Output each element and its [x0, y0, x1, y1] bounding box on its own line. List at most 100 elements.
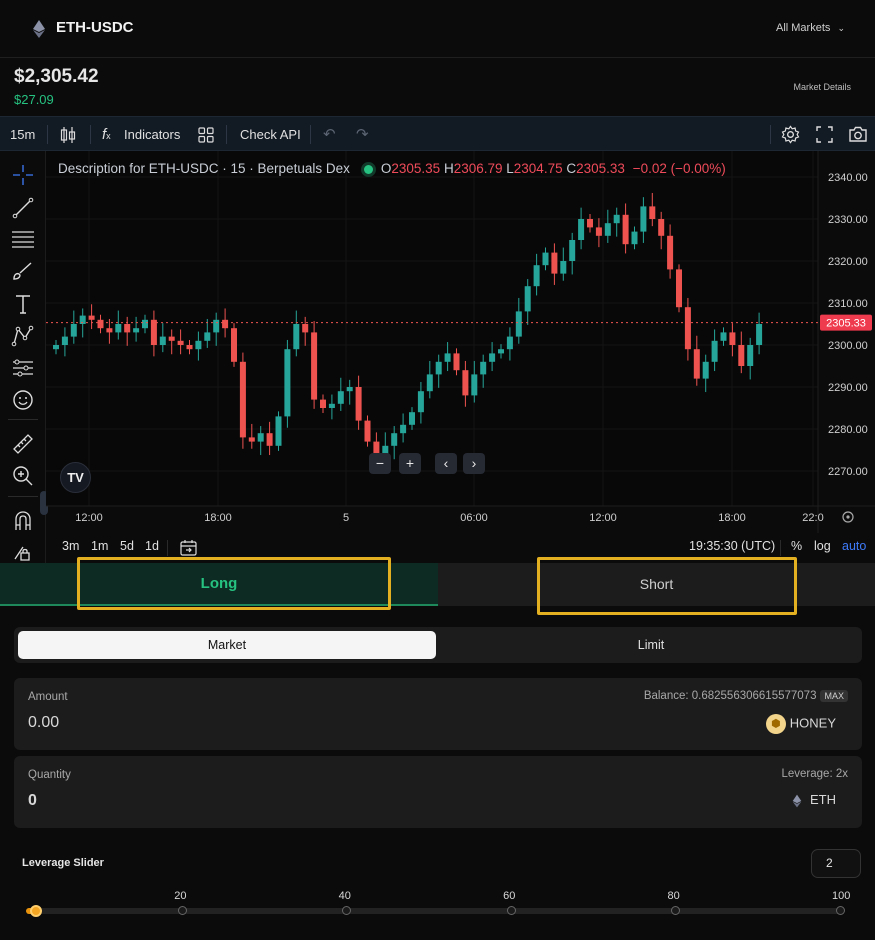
- auto-toggle[interactable]: auto: [842, 539, 866, 553]
- x-tick-label: 12:00: [75, 512, 103, 524]
- candlestick-chart[interactable]: 2340.00 2330.00 2320.00 2310.00 2300.00 2290.…: [46, 151, 875, 533]
- market-status-dot: [363, 164, 373, 174]
- range-1d[interactable]: 1d: [145, 539, 159, 553]
- scroll-right-button[interactable]: ›: [463, 453, 485, 474]
- lock-drawing-icon[interactable]: [11, 539, 35, 563]
- candle: [231, 323, 237, 367]
- leverage-slider-thumb[interactable]: [30, 905, 43, 917]
- slider-tick-label: 20: [174, 890, 187, 902]
- x-tick-label: 5: [343, 512, 349, 524]
- brush-icon[interactable]: [11, 259, 35, 283]
- max-button[interactable]: MAX: [820, 690, 848, 702]
- crosshair-icon[interactable]: [11, 163, 35, 187]
- toolbar-divider: [770, 125, 771, 144]
- all-markets-label: All Markets: [775, 22, 831, 34]
- range-5d[interactable]: 5d: [120, 539, 134, 553]
- chart-plot-area[interactable]: [46, 151, 818, 506]
- last-price-label: 2305.33: [826, 318, 866, 330]
- order-type-switch: Market Limit: [14, 627, 862, 663]
- undo-icon[interactable]: ↶: [323, 117, 336, 152]
- fullscreen-icon[interactable]: [816, 126, 833, 143]
- zoom-in-icon[interactable]: [11, 464, 35, 488]
- ohlc-high: 2306.79: [453, 161, 503, 176]
- slider-tick[interactable]: [835, 906, 845, 915]
- y-tick-label: 2300.00: [828, 340, 868, 352]
- candle-style-icon[interactable]: [60, 126, 76, 144]
- ohlc-change: −0.02 (−0.00%): [632, 161, 726, 176]
- check-api-button[interactable]: Check API: [240, 117, 301, 152]
- scroll-left-button[interactable]: ‹: [435, 453, 457, 474]
- slider-tick-label: 100: [832, 890, 851, 902]
- bottom-divider: [167, 540, 168, 556]
- drawing-toolbar: [0, 151, 48, 563]
- chevron-down-icon: ⌄: [837, 23, 845, 33]
- x-tick-label: 06:00: [460, 512, 488, 524]
- ohlc-c-label: C: [566, 161, 577, 176]
- trend-line-icon[interactable]: [11, 196, 35, 220]
- toolbar-divider: [47, 125, 48, 144]
- function-icon[interactable]: fx: [102, 117, 111, 152]
- amount-token-name: HONEY: [789, 715, 836, 731]
- amount-token[interactable]: ⬢ HONEY: [765, 714, 836, 734]
- all-markets-dropdown[interactable]: All Markets ⌄: [776, 22, 845, 34]
- amount-label: Amount: [28, 691, 68, 703]
- log-toggle[interactable]: log: [814, 539, 831, 553]
- camera-icon[interactable]: [848, 126, 868, 143]
- ruler-icon[interactable]: [11, 432, 35, 456]
- toolbar-divider: [226, 125, 227, 144]
- x-tick-label: 22:0: [802, 512, 823, 524]
- long-highlight-box: [77, 557, 391, 610]
- chart-legend: Description for ETH-USDC · 15 · Berpetua…: [58, 161, 726, 176]
- calendar-icon[interactable]: [180, 539, 197, 556]
- range-3m[interactable]: 3m: [62, 539, 79, 553]
- slider-tick[interactable]: [177, 906, 187, 915]
- magnet-icon[interactable]: [11, 509, 35, 533]
- legend-title: Description for ETH-USDC · 15 · Berpetua…: [58, 161, 350, 176]
- market-details-link[interactable]: Market Details: [793, 82, 851, 92]
- utc-clock[interactable]: 19:35:30 (UTC): [689, 539, 775, 553]
- slider-tick-label: 40: [338, 890, 351, 902]
- zoom-in-button[interactable]: +: [399, 453, 421, 474]
- zoom-out-button[interactable]: −: [369, 453, 391, 474]
- pair-name[interactable]: ETH-USDC: [56, 19, 134, 36]
- interval-selector[interactable]: 15m: [10, 117, 35, 152]
- x-tick-label: 12:00: [589, 512, 617, 524]
- ohlc-close: 2305.33: [576, 161, 625, 176]
- ohlc-l-label: L: [506, 161, 514, 176]
- y-tick-label: 2280.00: [828, 424, 868, 436]
- y-tick-label: 2330.00: [828, 214, 868, 226]
- templates-grid-icon[interactable]: [198, 127, 214, 143]
- slider-tick[interactable]: [506, 906, 516, 915]
- balance-info: Balance: 0.682556306615577073 MAX: [644, 690, 848, 702]
- y-tick-label: 2270.00: [828, 466, 868, 478]
- amount-input[interactable]: 0.00: [28, 714, 59, 732]
- leverage-slider-track[interactable]: [26, 908, 840, 914]
- short-highlight-box: [537, 557, 797, 615]
- text-tool-icon[interactable]: [11, 292, 35, 316]
- quantity-field[interactable]: Quantity 0 Leverage: 2x ETH: [14, 756, 862, 828]
- limit-order-button[interactable]: Limit: [444, 631, 858, 659]
- quantity-input[interactable]: 0: [28, 792, 37, 810]
- market-order-button[interactable]: Market: [18, 631, 436, 659]
- candle: [676, 264, 682, 313]
- range-1m[interactable]: 1m: [91, 539, 108, 553]
- pattern-icon[interactable]: [11, 324, 35, 348]
- percent-toggle[interactable]: %: [791, 539, 802, 553]
- settings-gear-icon[interactable]: [781, 125, 800, 144]
- fib-lines-icon[interactable]: [11, 227, 35, 251]
- balance-text: Balance: 0.682556306615577073: [643, 690, 817, 702]
- price-change: $27.09: [14, 92, 54, 107]
- slider-tick[interactable]: [671, 906, 681, 915]
- emoji-icon[interactable]: [11, 388, 35, 412]
- ohlc-h-label: H: [443, 161, 454, 176]
- ohlc-o-label: O: [380, 161, 392, 176]
- redo-icon[interactable]: ↷: [356, 117, 369, 152]
- slider-tick-label: 80: [667, 890, 680, 902]
- tradingview-logo[interactable]: TV: [60, 462, 91, 493]
- amount-field[interactable]: Amount 0.00 Balance: 0.68255630661557707…: [14, 678, 862, 750]
- ethereum-icon: [33, 20, 45, 38]
- prediction-icon[interactable]: [11, 356, 35, 380]
- leverage-input[interactable]: 2: [811, 849, 861, 878]
- indicators-button[interactable]: Indicators: [124, 117, 180, 152]
- y-tick-label: 2290.00: [828, 382, 868, 394]
